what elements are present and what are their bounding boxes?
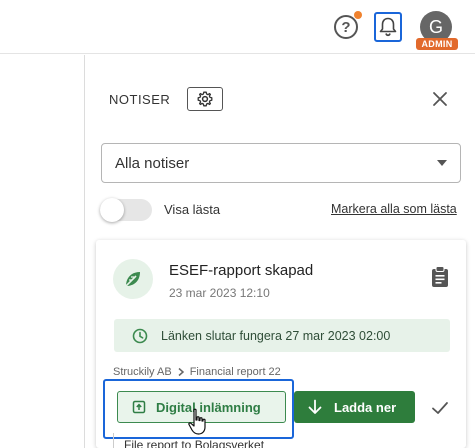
next-card-edge — [113, 433, 114, 448]
notifications-button[interactable] — [374, 12, 402, 42]
upload-box-icon — [132, 400, 146, 414]
panel-divider — [84, 55, 85, 448]
show-read-label: Visa lästa — [164, 202, 221, 217]
settings-button[interactable] — [187, 87, 223, 111]
check-icon — [432, 402, 448, 414]
top-bar: ? G ADMIN — [0, 0, 475, 54]
arrow-down-icon — [308, 399, 322, 414]
hand-pointer-icon — [188, 408, 206, 435]
chevron-right-icon — [178, 367, 184, 377]
filter-selected-value: Alla notiser — [115, 154, 190, 172]
notification-filter-select[interactable]: Alla notiser — [101, 143, 461, 183]
mark-all-read-link[interactable]: Markera alla som lästa — [331, 202, 457, 216]
next-notification-title: File report to Bolagsverket — [124, 438, 265, 448]
caret-down-icon — [437, 160, 447, 166]
expiry-info-text: Länken slutar fungera 27 mar 2023 02:00 — [161, 329, 391, 343]
bell-icon — [379, 17, 397, 37]
close-button[interactable] — [430, 89, 450, 109]
admin-badge: ADMIN — [416, 38, 458, 50]
notification-title: ESEF-rapport skapad — [169, 262, 314, 279]
download-button[interactable]: Ladda ner — [294, 391, 415, 423]
show-read-toggle[interactable] — [100, 198, 152, 222]
close-icon — [433, 92, 447, 106]
breadcrumb-report[interactable]: Financial report 22 — [190, 366, 281, 378]
notification-timestamp: 23 mar 2023 12:10 — [169, 286, 270, 300]
breadcrumb-company[interactable]: Struckily AB — [113, 366, 172, 378]
leaf-icon — [113, 259, 153, 299]
mark-read-button[interactable] — [430, 398, 450, 418]
notification-dot — [354, 11, 362, 19]
panel-title: NOTISER — [109, 92, 171, 107]
download-label: Ladda ner — [334, 399, 397, 415]
help-icon[interactable]: ? — [334, 15, 358, 39]
breadcrumb: Struckily AB Financial report 22 — [113, 366, 281, 378]
gear-icon — [197, 91, 213, 107]
clipboard-icon[interactable] — [429, 265, 451, 289]
toggle-knob — [100, 198, 124, 222]
clock-icon — [132, 328, 148, 344]
